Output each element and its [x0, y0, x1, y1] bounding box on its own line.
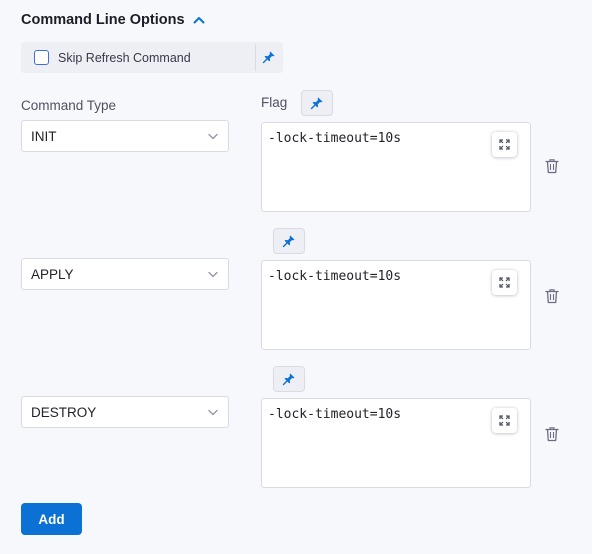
chevron-down-icon: [208, 271, 218, 277]
section-header[interactable]: Command Line Options: [21, 12, 205, 28]
expand-icon: [499, 415, 510, 426]
command-type-select[interactable]: INIT: [21, 120, 229, 152]
section-title: Command Line Options: [21, 12, 185, 28]
expand-icon: [499, 139, 510, 150]
command-type-select[interactable]: APPLY: [21, 258, 229, 290]
expand-button[interactable]: [492, 132, 517, 157]
expand-button[interactable]: [492, 270, 517, 295]
flag-pin-button[interactable]: [301, 90, 333, 116]
flag-textarea[interactable]: -lock-timeout=10s: [261, 398, 531, 488]
flag-textarea[interactable]: -lock-timeout=10s: [261, 260, 531, 350]
skip-refresh-checkbox[interactable]: [34, 50, 49, 65]
delete-icon[interactable]: [545, 426, 559, 442]
command-type-value: DESTROY: [31, 404, 97, 420]
command-type-label: Command Type: [21, 98, 117, 113]
chevron-down-icon: [208, 409, 218, 415]
pin-icon: [282, 373, 295, 386]
flag-textarea[interactable]: -lock-timeout=10s: [261, 122, 531, 212]
flag-value: -lock-timeout=10s: [268, 131, 402, 146]
skip-refresh-row: Skip Refresh Command: [21, 42, 283, 73]
divider: [255, 44, 256, 71]
chevron-down-icon: [208, 133, 218, 139]
delete-icon[interactable]: [545, 158, 559, 174]
flag-label: Flag: [261, 95, 288, 110]
flag-pin-button[interactable]: [273, 366, 305, 392]
flag-value: -lock-timeout=10s: [268, 407, 402, 422]
add-button[interactable]: Add: [21, 503, 82, 535]
pin-icon[interactable]: [262, 50, 276, 64]
command-type-value: INIT: [31, 128, 57, 144]
command-type-value: APPLY: [31, 266, 74, 282]
flag-value: -lock-timeout=10s: [268, 269, 402, 284]
expand-icon: [499, 277, 510, 288]
flag-pin-button[interactable]: [273, 228, 305, 254]
expand-button[interactable]: [492, 408, 517, 433]
pin-icon: [282, 235, 295, 248]
skip-refresh-label: Skip Refresh Command: [58, 50, 191, 65]
command-type-select[interactable]: DESTROY: [21, 396, 229, 428]
pin-icon: [310, 97, 323, 110]
chevron-up-icon[interactable]: [193, 15, 205, 25]
delete-icon[interactable]: [545, 288, 559, 304]
